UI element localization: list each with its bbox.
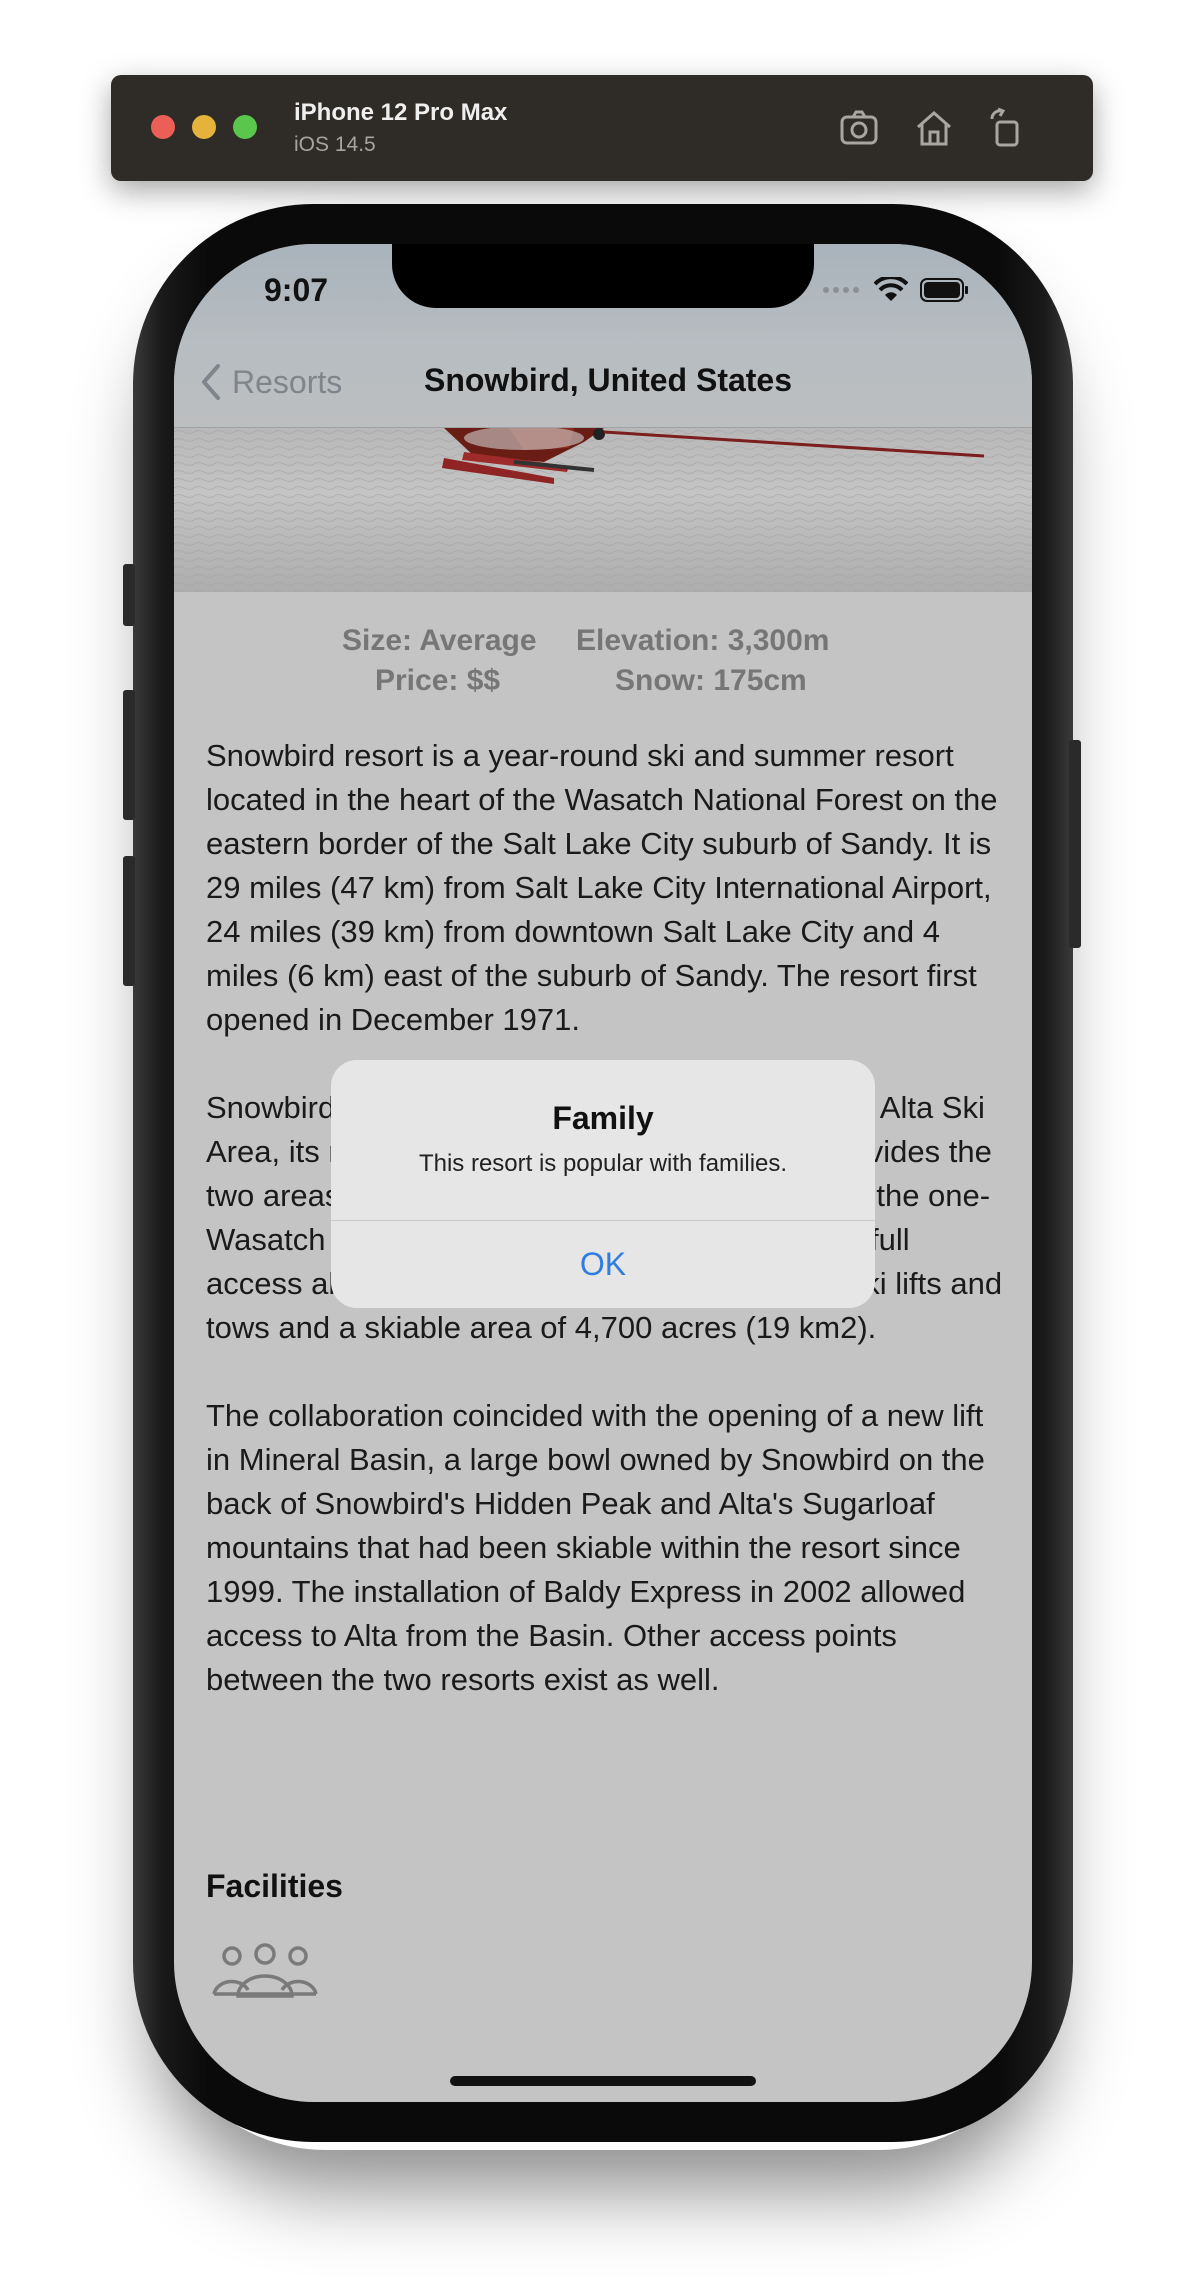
- family-alert-dialog: Family This resort is popular with famil…: [331, 1060, 875, 1308]
- rotate-icon[interactable]: [983, 105, 1029, 151]
- resort-photo: [174, 428, 1032, 592]
- size-stat: Size: Average: [342, 624, 537, 657]
- os-version: iOS 14.5: [294, 133, 376, 156]
- power-button: [1069, 740, 1081, 948]
- status-time: 9:07: [264, 272, 329, 308]
- device-name: iPhone 12 Pro Max: [294, 99, 508, 126]
- battery-icon: [920, 278, 968, 302]
- facilities-heading: Facilities: [206, 1868, 343, 1904]
- device-screen: 9:07 Resorts Snowbird, United States Siz…: [174, 244, 1032, 2102]
- volume-up-button: [123, 690, 135, 820]
- elevation-stat: Elevation: 3,300m: [576, 624, 830, 657]
- close-window-button[interactable]: [151, 115, 175, 139]
- alert-ok-button[interactable]: OK: [331, 1220, 875, 1308]
- description-paragraph: Snowbird resort is a year-round ski and …: [206, 738, 998, 1037]
- screenshot-root: iPhone 12 Pro Max iOS 14.5 9:07 Resorts …: [0, 0, 1204, 2288]
- price-stat: Price: $$: [375, 664, 501, 697]
- simulator-titlebar: iPhone 12 Pro Max iOS 14.5: [111, 75, 1093, 181]
- alert-title: Family: [552, 1100, 654, 1136]
- alert-message: This resort is popular with families.: [418, 1150, 788, 1177]
- volume-down-button: [123, 856, 135, 986]
- home-icon[interactable]: [911, 105, 957, 151]
- status-icons: [822, 274, 970, 306]
- mute-switch: [123, 564, 135, 626]
- notch: [392, 244, 814, 308]
- minimize-window-button[interactable]: [192, 115, 216, 139]
- screenshot-icon[interactable]: [836, 105, 882, 151]
- snow-stat: Snow: 175cm: [615, 664, 807, 697]
- nav-title: Snowbird, United States: [423, 362, 793, 398]
- family-icon[interactable]: [210, 1942, 320, 2002]
- cellular-signal-icon: [823, 287, 859, 293]
- zoom-window-button[interactable]: [233, 115, 257, 139]
- home-indicator[interactable]: [450, 2076, 756, 2086]
- description-paragraph: The collaboration coincided with the ope…: [206, 1398, 985, 1697]
- wifi-icon: [874, 277, 908, 301]
- navigation-bar: 9:07 Resorts Snowbird, United States: [174, 244, 1032, 428]
